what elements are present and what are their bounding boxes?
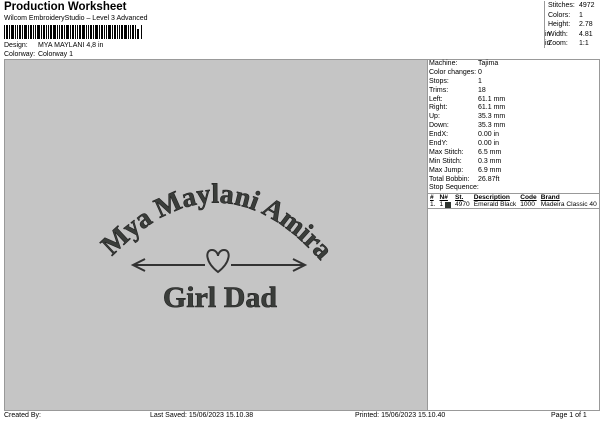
- stat-row: Zoom: 1:1: [548, 40, 589, 47]
- info-row: Left: 61.1 mm: [429, 95, 506, 103]
- info-row: Machine: Tajima: [429, 60, 499, 67]
- info-row: Min Stitch: 0.3 mm: [429, 157, 502, 165]
- colorway-label: Colorway:: [4, 51, 36, 58]
- thread-color-swatch: [445, 201, 452, 208]
- info-row: EndX: 0.00 in: [429, 131, 500, 139]
- info-row: Right: 61.1 mm: [429, 104, 506, 112]
- design-row: Design: MYA MAYLANI 4,8 in: [4, 41, 103, 50]
- design-artwork: Mya Maylani Amira Girl Dad: [95, 178, 339, 314]
- printed-date: Printed: 15/06/2023 15.10.40: [355, 412, 446, 419]
- table-row: 1. 1 4970 Emerald Black 1000 Madeira Cla…: [430, 201, 597, 209]
- info-row: Max Jump: 6.9 mm: [429, 166, 502, 174]
- stats-summary: Stitches: 4972 Colors: 1 Height: 2.78 in Wi…: [544, 1, 600, 48]
- last-saved: Last Saved: 15/06/2023 15.10.38: [150, 412, 254, 419]
- stat-row: Colors: 1: [548, 11, 583, 19]
- page-title: Production Worksheet: [4, 1, 127, 13]
- stop-sequence-table: # N# St. Description Code Brand 1. 1 497…: [428, 194, 599, 208]
- info-row: Max Stitch: 6.5 mm: [429, 148, 502, 156]
- info-row: Up: 35.3 mm: [429, 113, 506, 121]
- stop-sequence-label: Stop Sequence:: [429, 184, 479, 192]
- barcode: [4, 25, 142, 39]
- design-preview: Mya Maylani Amira Girl Dad: [4, 59, 428, 411]
- stat-row: Height: 2.78 in: [545, 21, 593, 38]
- design-label: Design:: [4, 42, 28, 49]
- created-by: Created By:: [4, 412, 41, 419]
- software-name: Wilcom EmbroideryStudio – Level 3 Advanc…: [4, 15, 148, 22]
- stat-row: Stitches: 4972: [548, 2, 595, 9]
- info-row: Total Bobbin: 26.87ft: [429, 175, 500, 183]
- table-header-row: # N# St. Description Code Brand: [430, 194, 560, 202]
- page-number: Page 1 of 1: [551, 412, 587, 419]
- colorway-value: Colorway 1: [37, 51, 73, 58]
- info-row: Stops: 1: [429, 77, 482, 85]
- main-text: Girl Dad: [163, 281, 277, 314]
- stat-row: Width: 4.81 in: [545, 30, 593, 48]
- info-row: Down: 35.3 mm: [429, 122, 506, 130]
- footer-divider: [4, 410, 599, 411]
- info-row: EndY: 0.00 in: [429, 140, 500, 148]
- arrow-heart-icon: [130, 248, 308, 274]
- info-row: Trims: 18: [429, 86, 486, 94]
- info-row: Color changes: 0: [429, 68, 482, 76]
- machine-info-panel: Machine: Tajima Color changes: 0 Stops: 1 T…: [428, 59, 600, 411]
- divider: [428, 208, 599, 210]
- design-value: MYA MAYLANI 4,8 in: [37, 42, 104, 49]
- colorway-row: Colorway: Colorway 1: [4, 50, 73, 59]
